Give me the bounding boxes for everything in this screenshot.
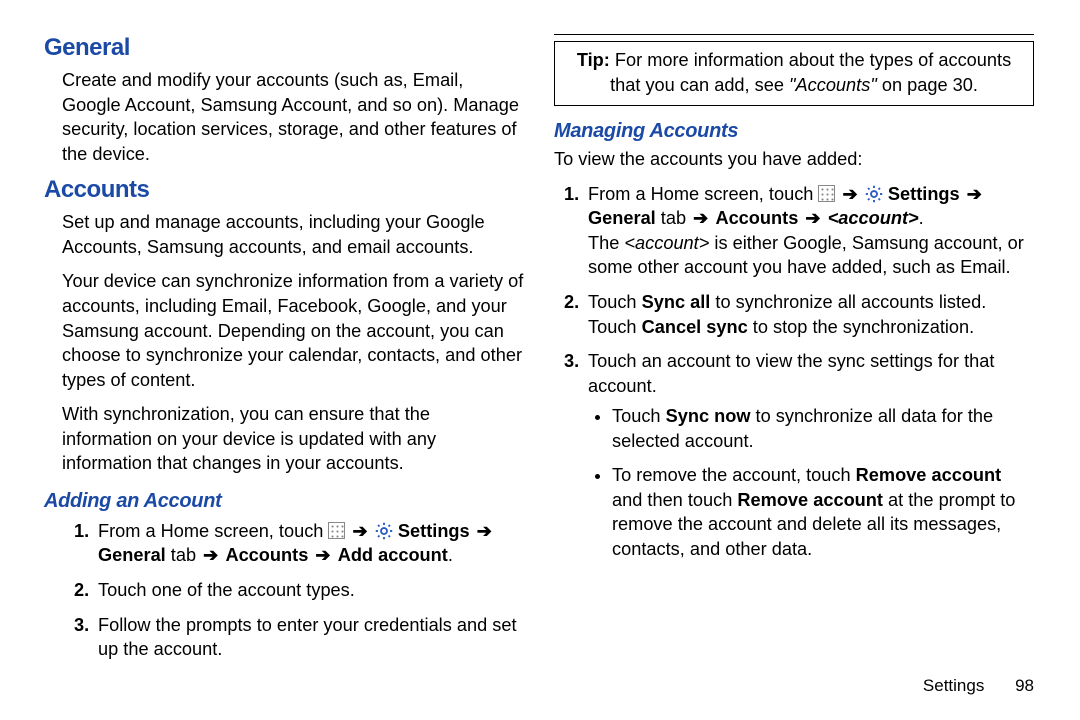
adding-steps: 1. From a Home screen, touch ➔ Settings … [74,519,524,662]
adding-step-1: 1. From a Home screen, touch ➔ Settings … [74,519,524,568]
settings-gear-icon [865,185,883,203]
settings-gear-icon [375,522,393,540]
arrow-icon: ➔ [201,545,220,565]
adding-step-3: 3.Follow the prompts to enter your crede… [74,613,524,662]
page-footer: Settings 98 [923,676,1034,696]
managing-intro: To view the accounts you have added: [554,147,1034,172]
arrow-icon: ➔ [475,521,494,541]
tip-box: Tip: For more information about the type… [554,41,1034,106]
heading-accounts: Accounts [44,176,524,204]
tip-top-rule [554,34,1034,35]
para-general: Create and modify your accounts (such as… [62,68,524,166]
managing-step-3: 3. Touch an account to view the sync set… [564,349,1034,562]
apps-grid-icon [818,185,835,202]
managing-step-2: 2. Touch Sync all to synchronize all acc… [564,290,1034,339]
managing-step-3-bullets: Touch Sync now to synchronize all data f… [612,404,1034,561]
para-accounts-2: Your device can synchronize information … [62,269,524,392]
arrow-icon: ➔ [965,184,984,204]
bullet-remove-account: To remove the account, touch Remove acco… [612,463,1034,561]
apps-grid-icon [328,522,345,539]
page-columns: General Create and modify your accounts … [0,0,1080,672]
arrow-icon: ➔ [313,545,332,565]
arrow-icon: ➔ [691,208,710,228]
managing-steps: 1. From a Home screen, touch ➔ Settings … [564,182,1034,562]
heading-adding-account: Adding an Account [44,490,524,513]
right-column: Tip: For more information about the type… [554,34,1034,672]
left-column: General Create and modify your accounts … [44,34,524,672]
footer-section: Settings [923,676,984,695]
footer-page-number: 98 [1015,676,1034,695]
bullet-sync-now: Touch Sync now to synchronize all data f… [612,404,1034,453]
adding-step-2: 2.Touch one of the account types. [74,578,524,603]
para-accounts-1: Set up and manage accounts, including yo… [62,210,524,259]
arrow-icon: ➔ [351,521,370,541]
heading-general: General [44,34,524,62]
arrow-icon: ➔ [803,208,822,228]
para-accounts-3: With synchronization, you can ensure tha… [62,402,524,476]
heading-managing-accounts: Managing Accounts [554,120,1034,143]
arrow-icon: ➔ [841,184,860,204]
managing-step-1: 1. From a Home screen, touch ➔ Settings … [564,182,1034,280]
